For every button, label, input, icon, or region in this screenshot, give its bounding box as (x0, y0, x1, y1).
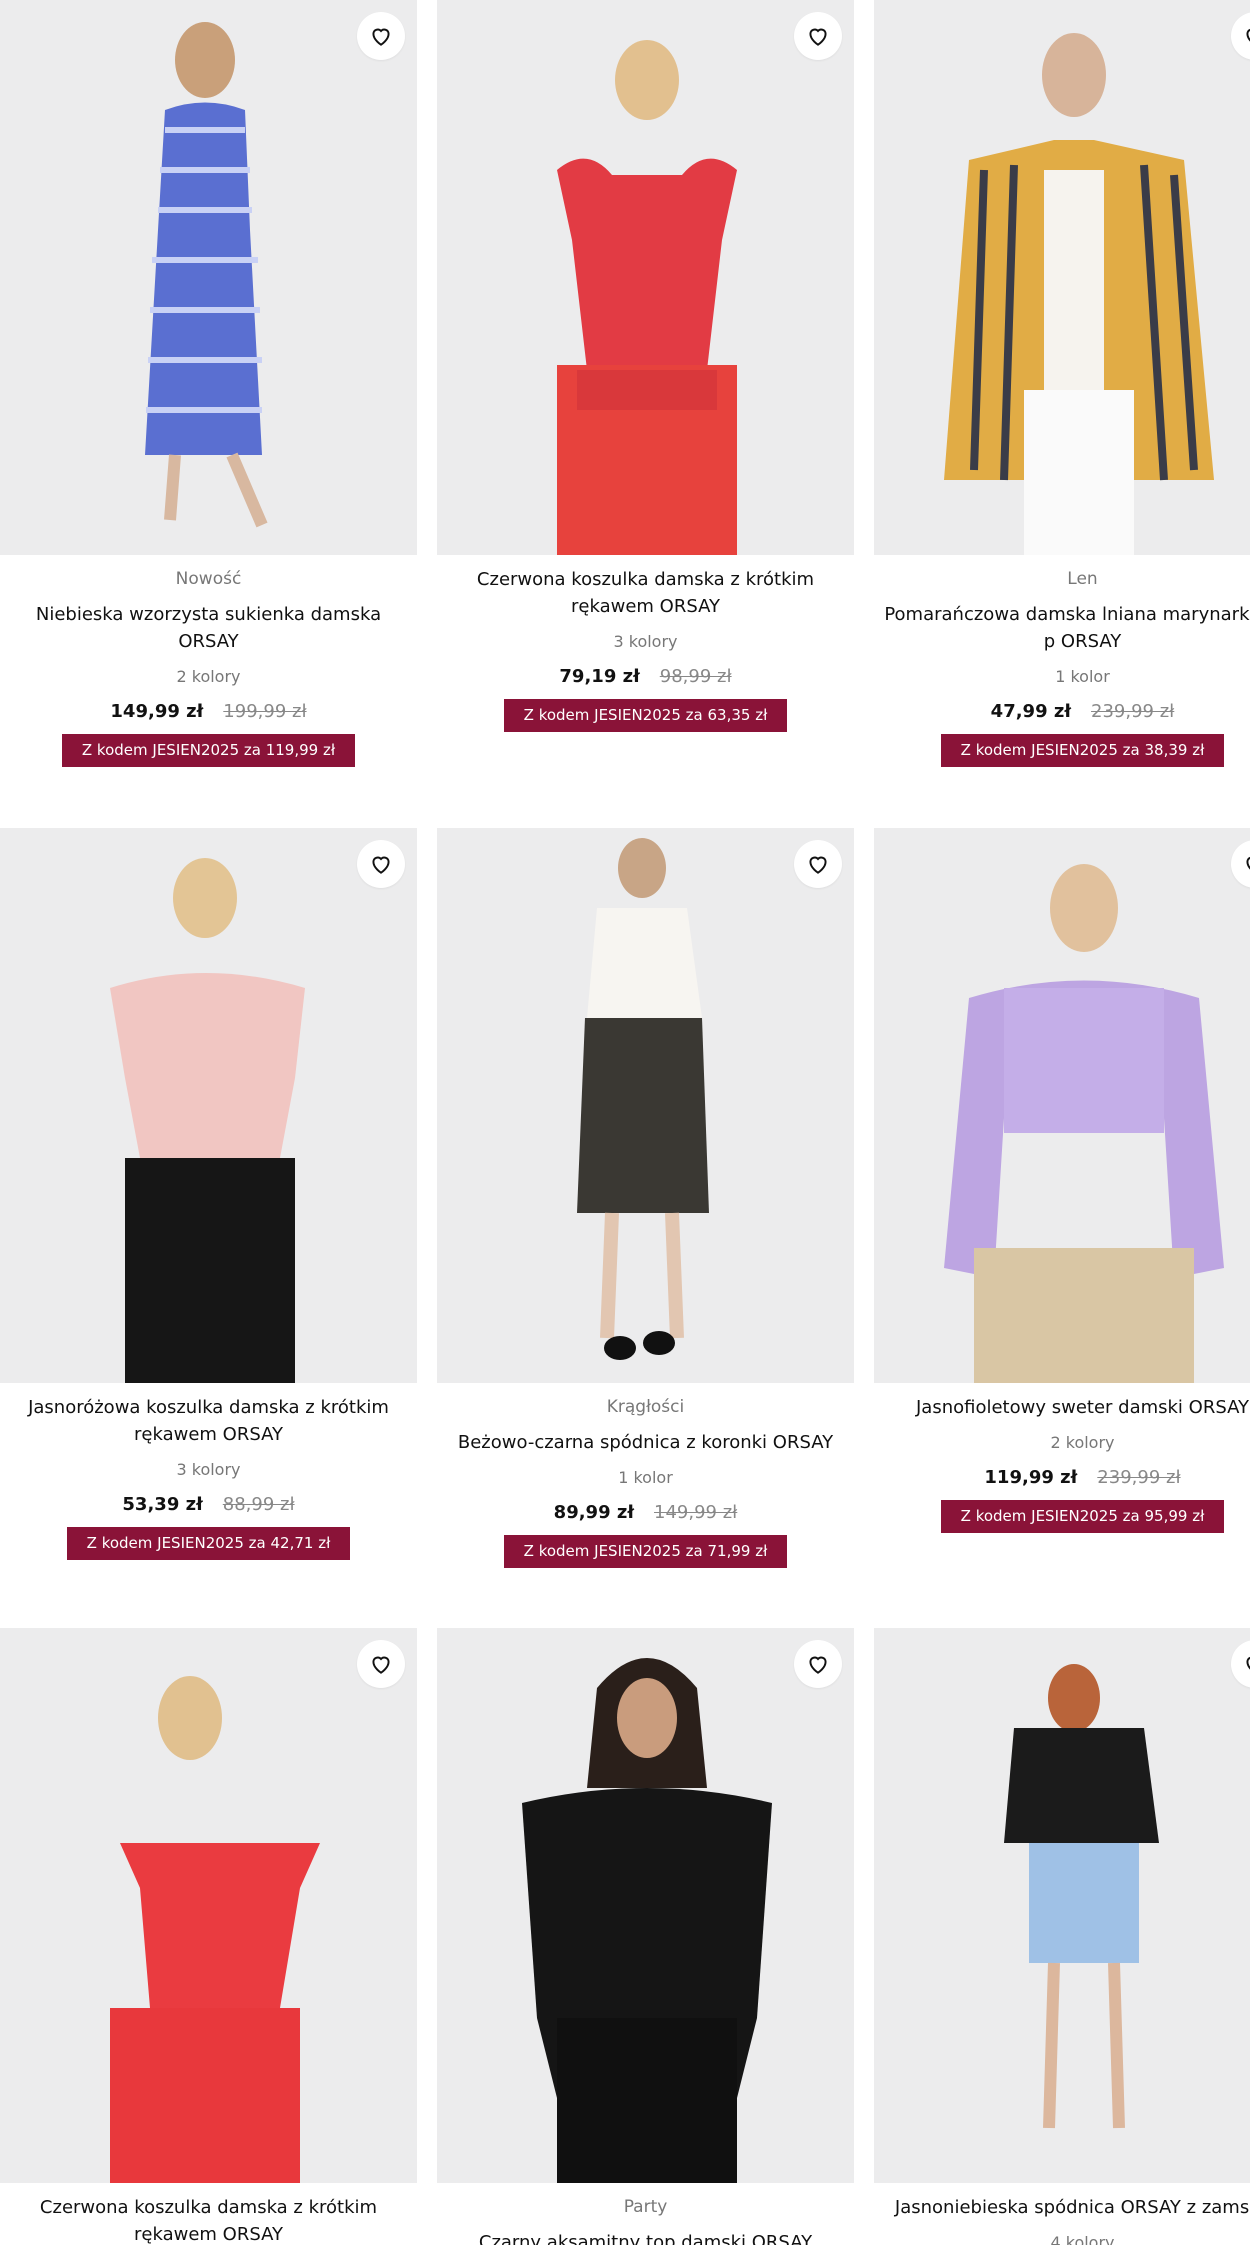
old-price: 149,99 zł (654, 1502, 738, 1523)
current-price: 149,99 zł (110, 701, 204, 722)
heart-outline-icon (1246, 28, 1250, 42)
product-card[interactable]: Party Czarny aksamitny top damski ORSAY (437, 1628, 854, 2245)
favorite-button[interactable] (794, 12, 842, 60)
product-card[interactable]: Krągłości Beżowo-czarna spódnica z koron… (437, 828, 854, 1568)
product-title[interactable]: Jasnofioletowy sweter damski ORSAY (878, 1394, 1250, 1421)
promo-badge: Z kodem JESIEN2025 za 63,35 zł (503, 699, 788, 732)
color-count: 3 kolory (613, 632, 678, 651)
current-price: 89,99 zł (553, 1502, 635, 1523)
old-price: 199,99 zł (223, 701, 307, 722)
product-card[interactable]: Jasnoróżowa koszulka damska z krótkim rę… (0, 828, 417, 1560)
product-tag: Nowość (175, 569, 242, 589)
favorite-button[interactable] (794, 840, 842, 888)
product-image[interactable] (437, 0, 854, 555)
old-price: 239,99 zł (1091, 701, 1175, 722)
promo-badge: Z kodem JESIEN2025 za 119,99 zł (61, 734, 356, 767)
current-price: 53,39 zł (122, 1494, 203, 1515)
color-count: 1 kolor (1055, 667, 1110, 686)
product-card[interactable]: Jasnofioletowy sweter damski ORSAY 2 kol… (874, 828, 1250, 1533)
product-image[interactable] (0, 828, 417, 1383)
current-price: 79,19 zł (559, 666, 640, 687)
product-image[interactable] (437, 1628, 854, 2183)
product-card[interactable]: Nowość Niebieska wzorzysta sukienka dams… (0, 0, 417, 767)
product-image[interactable] (874, 0, 1250, 555)
product-title[interactable]: Beżowo-czarna spódnica z koronki ORSAY (441, 1429, 850, 1456)
favorite-button[interactable] (357, 12, 405, 60)
product-card[interactable]: Jasnoniebieska spódnica ORSAY z zamszu 4… (874, 1628, 1250, 2245)
heart-outline-icon (1246, 856, 1250, 870)
product-card[interactable]: Czerwona koszulka damska z krótkim rękaw… (437, 0, 854, 732)
product-title[interactable]: Niebieska wzorzysta sukienka damska ORSA… (4, 601, 413, 655)
current-price: 47,99 zł (990, 701, 1072, 722)
heart-outline-icon (1246, 1656, 1250, 1670)
promo-badge: Z kodem JESIEN2025 za 42,71 zł (66, 1527, 351, 1560)
heart-outline-icon (809, 28, 827, 46)
color-count: 4 kolory (1050, 2233, 1115, 2245)
color-count: 2 kolory (176, 667, 241, 686)
heart-outline-icon (372, 856, 390, 874)
heart-outline-icon (809, 1656, 827, 1674)
promo-badge: Z kodem JESIEN2025 za 71,99 zł (503, 1535, 788, 1568)
product-tag: Party (623, 2197, 668, 2217)
product-card[interactable]: Czerwona koszulka damska z krótkim rękaw… (0, 1628, 417, 2245)
color-count: 3 kolory (176, 1460, 241, 1479)
heart-outline-icon (809, 856, 827, 874)
old-price: 239,99 zł (1097, 1467, 1181, 1488)
old-price: 88,99 zł (222, 1494, 295, 1515)
product-image[interactable] (0, 1628, 417, 2183)
product-image[interactable] (874, 828, 1250, 1383)
favorite-button[interactable] (794, 1640, 842, 1688)
product-title[interactable]: Czerwona koszulka damska z krótkim rękaw… (441, 566, 850, 620)
product-title[interactable]: Czarny aksamitny top damski ORSAY (441, 2229, 850, 2245)
favorite-button[interactable] (357, 1640, 405, 1688)
product-tag: Len (1067, 569, 1098, 589)
current-price: 119,99 zł (984, 1467, 1078, 1488)
color-count: 1 kolor (618, 1468, 673, 1487)
product-image[interactable] (437, 828, 854, 1383)
product-tag: Krągłości (606, 1397, 685, 1417)
product-title[interactable]: Czerwona koszulka damska z krótkim rękaw… (4, 2194, 413, 2245)
promo-badge: Z kodem JESIEN2025 za 95,99 zł (940, 1500, 1225, 1533)
favorite-button[interactable] (357, 840, 405, 888)
product-title[interactable]: Jasnoróżowa koszulka damska z krótkim rę… (4, 1394, 413, 1448)
color-count: 2 kolory (1050, 1433, 1115, 1452)
product-title[interactable]: Jasnoniebieska spódnica ORSAY z zamszu (878, 2194, 1250, 2221)
old-price: 98,99 zł (659, 666, 732, 687)
product-image[interactable] (0, 0, 417, 555)
heart-outline-icon (372, 28, 390, 46)
product-card[interactable]: Len Pomarańczowa damska lniana marynarka… (874, 0, 1250, 767)
product-image[interactable] (874, 1628, 1250, 2183)
heart-outline-icon (372, 1656, 390, 1674)
promo-badge: Z kodem JESIEN2025 za 38,39 zł (940, 734, 1225, 767)
product-title[interactable]: Pomarańczowa damska lniana marynarka w p… (878, 601, 1250, 655)
